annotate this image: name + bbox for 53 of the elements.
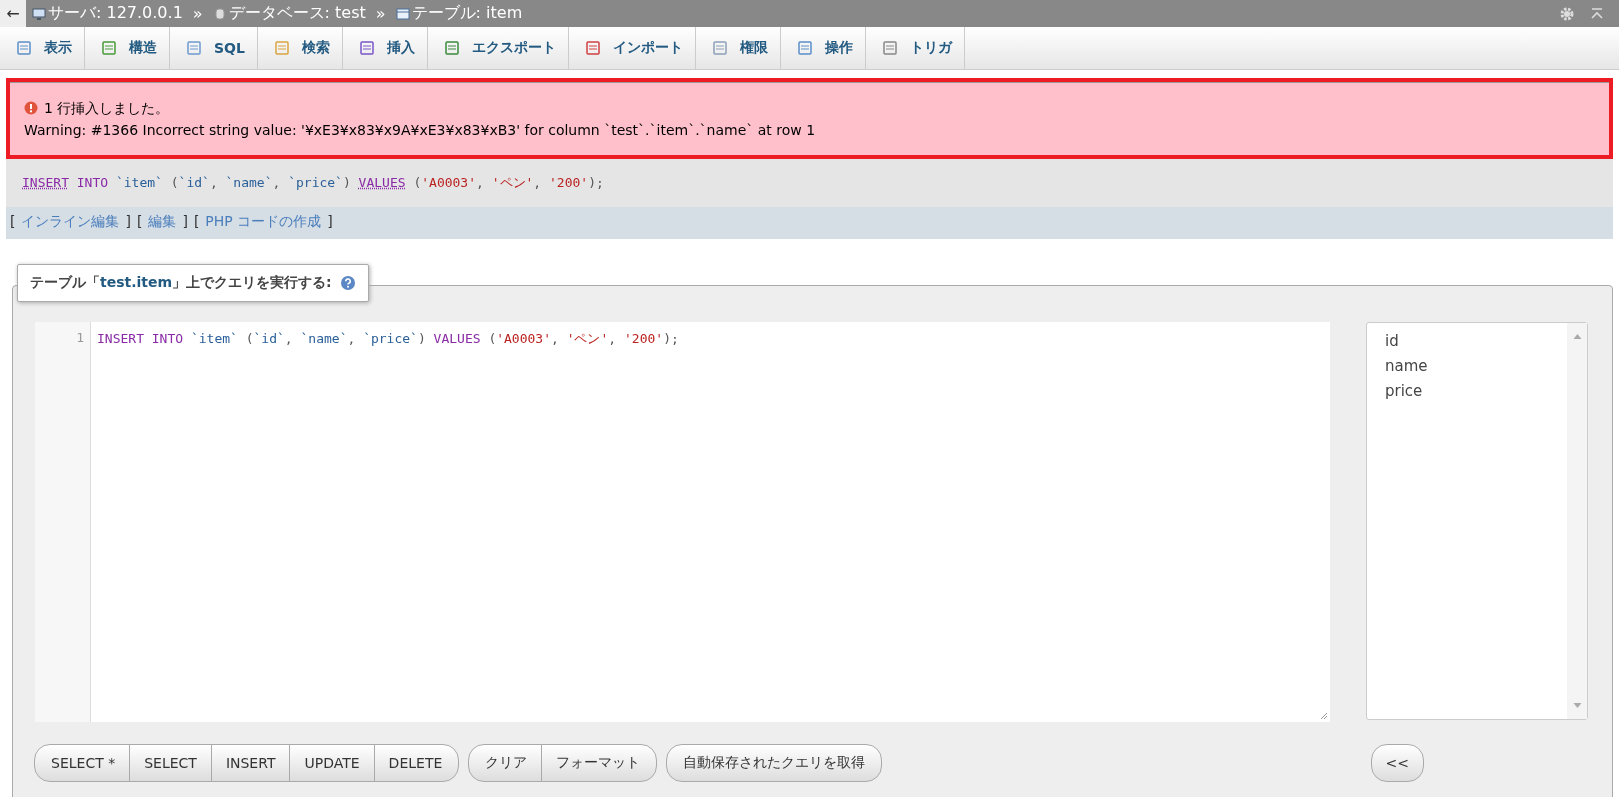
sql-statement: INSERT INTO `item` (`id`, `name`, `price`) VALUES ('A0003', 'ペン', '200'); <box>6 159 1613 207</box>
warning-text: Warning: #1366 Incorrect string value: '¥xE3¥x83¥x9A¥xE3¥x83¥xB3' for column `test`.`item`.`name` at row 1 <box>24 121 817 140</box>
menu-tab[interactable]: 表示 <box>0 27 85 69</box>
query-button[interactable]: フォーマット <box>541 744 658 782</box>
menu-tab[interactable]: SQL <box>170 27 258 69</box>
bracket: ] <box>125 213 131 231</box>
menu-tab[interactable]: 権限 <box>695 27 781 69</box>
breadcrumb-link[interactable]: データベース: test <box>228 3 366 24</box>
menu-tab[interactable]: インポート <box>568 27 696 69</box>
query-button[interactable]: SELECT * <box>34 744 131 782</box>
query-button[interactable]: INSERT <box>210 744 291 782</box>
bracket: [ <box>10 213 16 231</box>
column-option[interactable]: price <box>1385 379 1565 404</box>
monitor-icon <box>32 6 46 21</box>
code-line: INSERT INTO `item` (`id`, `name`, `price`) VALUES ('A0003', 'ペン', '200'); <box>97 331 679 346</box>
bracket: [ <box>136 213 143 231</box>
resize-grip-icon[interactable] <box>1320 712 1328 720</box>
scroll-up-icon[interactable] <box>1572 333 1582 339</box>
table-icon <box>16 40 32 56</box>
column-option[interactable]: id <box>1385 329 1565 354</box>
cylinder-icon <box>212 6 227 21</box>
error-icon <box>24 101 38 115</box>
message-title: 1 行挿入しました。 <box>44 99 170 118</box>
menu-tab[interactable]: 構造 <box>85 27 170 69</box>
scroll-down-icon[interactable] <box>1572 703 1582 709</box>
table-link[interactable]: test.item <box>100 274 173 290</box>
query-button[interactable]: SELECT <box>129 744 212 782</box>
column-list[interactable]: id name price <box>1366 322 1588 720</box>
menu-tab[interactable]: 検索 <box>257 27 343 69</box>
breadcrumb-link[interactable]: サーバ: 127.0.0.1 <box>48 3 183 24</box>
bracket: [ <box>193 213 200 231</box>
breadcrumb-link[interactable]: テーブル: item <box>411 3 523 24</box>
query-button[interactable]: 自動保存されたクエリを取得 <box>666 744 883 782</box>
bracket: ] <box>182 213 188 231</box>
sql-editor[interactable]: 1 INSERT INTO `item` (`id`, `name`, `price`) VALUES ('A0003', 'ペン', '200'); <box>35 322 1330 722</box>
scrollbar[interactable] <box>1567 323 1587 719</box>
insert-column-button[interactable]: << <box>1370 744 1424 782</box>
line-number: 1 <box>76 330 84 345</box>
breadcrumb-separator: » <box>192 4 203 23</box>
query-button[interactable]: UPDATE <box>289 744 375 782</box>
help-icon[interactable] <box>339 275 356 291</box>
menu-tab[interactable]: 操作 <box>780 27 866 69</box>
menu-tab[interactable]: エクスポート <box>427 27 569 69</box>
query-button[interactable]: クリア <box>468 744 543 782</box>
column-option[interactable]: name <box>1385 354 1565 379</box>
menu-tab[interactable]: トリガ <box>865 27 965 69</box>
legend-text: テーブル「test.item」上でクエリを実行する: <box>30 274 332 292</box>
table-icon <box>395 6 410 21</box>
bracket: ] <box>327 213 333 231</box>
menu-tab[interactable]: 挿入 <box>342 27 428 69</box>
gear-icon[interactable] <box>1559 5 1575 22</box>
breadcrumb-separator: » <box>375 4 386 23</box>
query-button[interactable]: DELETE <box>373 744 460 782</box>
